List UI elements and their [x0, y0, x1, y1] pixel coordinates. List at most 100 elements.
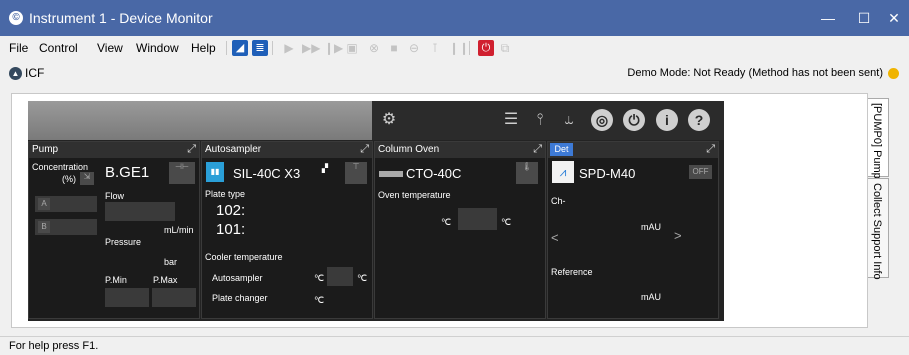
- help-icon[interactable]: ?: [688, 109, 710, 131]
- channel-a-label: A: [38, 198, 50, 210]
- next-channel-button[interactable]: >: [674, 228, 682, 243]
- reference-label: Reference: [551, 267, 593, 277]
- icf-label: ICF: [25, 66, 45, 80]
- pressure-label: Pressure: [105, 237, 142, 247]
- fast-forward-icon[interactable]: ▶▶: [302, 40, 320, 56]
- pause-icon[interactable]: ❙❙: [449, 40, 469, 56]
- column-oven-title: Column Oven: [378, 144, 440, 155]
- detector-lamp-off-button[interactable]: OFF: [689, 165, 712, 179]
- reference-unit: mAU: [641, 292, 661, 302]
- rack-icon[interactable]: ⊤: [345, 162, 367, 184]
- column-oven-module: Column Oven ⤢ CTO-40C 🌡 Oven temperature…: [374, 141, 546, 319]
- demo-mode-status: Demo Mode: Not Ready (Method has not bee…: [627, 67, 883, 79]
- window-title: Instrument 1 - Device Monitor: [29, 10, 213, 26]
- autosampler-header: Autosampler ⤢: [202, 142, 372, 158]
- list-icon[interactable]: ☰: [500, 109, 522, 131]
- oven-temperature-label: Oven temperature: [378, 190, 451, 200]
- cooler-temperature-label: Cooler temperature: [205, 252, 283, 262]
- pmin-label: P.Min: [105, 275, 127, 285]
- status-warning-icon: [888, 68, 899, 79]
- start-icon[interactable]: ▶: [282, 40, 296, 56]
- plate-changer-label: Plate changer: [212, 293, 268, 303]
- plate-type-label: Plate type: [205, 189, 246, 199]
- menu-bar: File Control View Window Help ◢ ≣ ▶ ▶▶ ❙…: [0, 36, 909, 60]
- concentration-label: Concentration: [32, 162, 89, 172]
- pressure-unit: bar: [164, 257, 178, 267]
- autosampler-temp-field[interactable]: [327, 267, 353, 286]
- plate-102: 102:: [216, 202, 246, 219]
- instrument-view-icon[interactable]: ≣: [252, 40, 268, 56]
- tab-collect-support-info[interactable]: Collect Support Info: [868, 178, 889, 280]
- flow-unit: mL/min: [164, 225, 194, 235]
- auto-purge-icon[interactable]: ⥿: [558, 109, 580, 131]
- monitor-control-bar: ⚙ ☰ ⫯ ⥿ ◎ ⏻ i ?: [372, 101, 724, 140]
- pump-icon[interactable]: ⊖: [407, 40, 421, 56]
- app-logo-icon: ©: [9, 11, 23, 25]
- collapse-icon[interactable]: ▲: [9, 67, 22, 80]
- title-bar: © Instrument 1 - Device Monitor — ☐ ✕: [0, 0, 909, 36]
- menu-control[interactable]: Control: [39, 41, 78, 55]
- menu-window[interactable]: Window: [136, 41, 179, 55]
- link-icon[interactable]: ⧉: [498, 40, 512, 56]
- column-switch-icon[interactable]: ⚙: [378, 109, 400, 131]
- info-icon[interactable]: i: [656, 109, 678, 131]
- flow-label: Flow: [105, 191, 125, 201]
- monitor-header-strip: [28, 101, 372, 140]
- previous-channel-button[interactable]: <: [551, 230, 559, 245]
- oven-temp-field[interactable]: [458, 208, 497, 230]
- thermometer-icon[interactable]: 🌡: [516, 162, 538, 184]
- camera-icon[interactable]: ▣: [345, 40, 359, 56]
- pmin-field[interactable]: [105, 288, 149, 307]
- column-oven-device-icon: [379, 171, 403, 177]
- percent-label: (%): [62, 174, 76, 184]
- autosampler-temp-label: Autosampler: [212, 273, 263, 283]
- maximize-button[interactable]: ☐: [849, 6, 879, 30]
- instrument-monitor: ⚙ ☰ ⫯ ⥿ ◎ ⏻ i ? Pump ⤢ Concentration (%)…: [28, 101, 724, 321]
- plate-grid-icon[interactable]: ▞: [319, 164, 331, 176]
- concentration-edit-icon[interactable]: ⇲: [80, 172, 94, 185]
- stop-icon[interactable]: ■: [387, 40, 401, 56]
- detector-header: Det ⤢: [548, 142, 718, 158]
- step-icon[interactable]: ❙▶: [324, 40, 343, 56]
- expand-icon[interactable]: ⤢: [360, 143, 369, 156]
- flow-field[interactable]: [105, 202, 175, 221]
- detector-model: SPD-M40: [579, 166, 636, 181]
- menu-file[interactable]: File: [9, 41, 28, 55]
- tools-icon[interactable]: ⫯: [529, 109, 551, 131]
- channel-label: Ch-: [551, 196, 566, 206]
- pump-header: Pump ⤢: [29, 142, 199, 158]
- tab-pump[interactable]: [PUMP0] Pump: [868, 98, 889, 179]
- cancel-icon[interactable]: ⊗: [367, 40, 381, 56]
- detector-module: Det ⤢ ⩘ SPD-M40 OFF Ch- < mAU > Referenc…: [547, 141, 719, 319]
- close-button[interactable]: ✕: [879, 6, 909, 30]
- menu-view[interactable]: View: [97, 41, 123, 55]
- chart-view-icon[interactable]: ◢: [232, 40, 248, 56]
- toolbar-separator: [469, 41, 470, 55]
- channel-b-label: B: [38, 221, 50, 233]
- plate-changer-temp-unit: ℃: [314, 295, 325, 305]
- pump-model: B.GE1: [105, 164, 150, 181]
- pump-valve-icon[interactable]: ⊣⊢: [169, 162, 195, 184]
- autosampler-model: SIL-40C X3: [233, 166, 301, 181]
- expand-icon[interactable]: ⤢: [706, 143, 715, 156]
- tab-collect-support-info-label: Collect Support Info: [871, 183, 883, 280]
- pmax-field[interactable]: [152, 288, 196, 307]
- pump-title: Pump: [32, 144, 59, 155]
- expand-icon[interactable]: ⤢: [187, 143, 196, 156]
- menu-help[interactable]: Help: [191, 41, 216, 55]
- pump-power-icon[interactable]: ◎: [591, 109, 613, 131]
- autosampler-setpoint-unit: ℃: [357, 273, 368, 283]
- plate-101: 101:: [216, 221, 246, 238]
- tab-pump-label: [PUMP0] Pump: [871, 103, 883, 179]
- oven-setpoint-unit: ℃: [501, 217, 512, 227]
- pump-module: Pump ⤢ Concentration (%) ⇲ B.GE1 ⊣⊢ A B …: [28, 141, 200, 319]
- detector-tab[interactable]: Det: [550, 143, 573, 156]
- autosampler-module: Autosampler ⤢ ▮▮ SIL-40C X3 ▞ ⊤ Plate ty…: [201, 141, 373, 319]
- minimize-button[interactable]: —: [813, 6, 843, 30]
- pressure-icon[interactable]: ⊺: [428, 40, 442, 56]
- power-off-icon[interactable]: ⏻: [478, 40, 494, 56]
- autosampler-title: Autosampler: [205, 144, 262, 155]
- detector-device-icon: ⩘: [552, 161, 574, 183]
- power-icon[interactable]: ⏻: [623, 109, 645, 131]
- expand-icon[interactable]: ⤢: [533, 143, 542, 156]
